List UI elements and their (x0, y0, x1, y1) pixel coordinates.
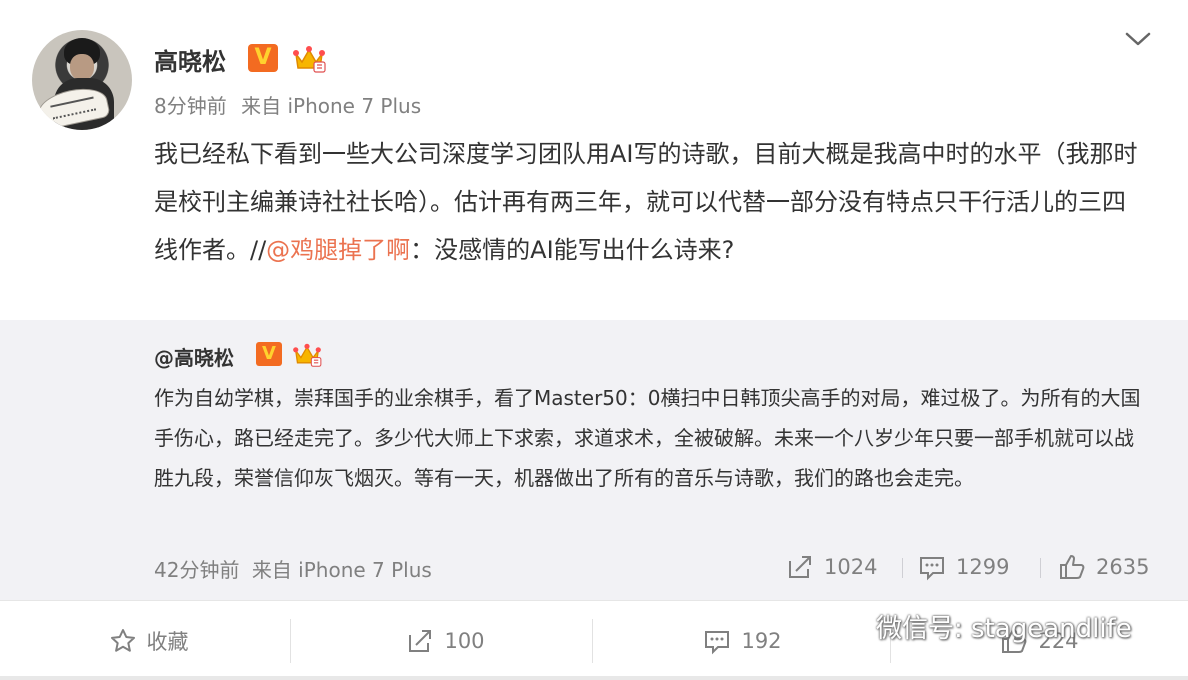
vip-crown-icon (293, 46, 326, 73)
forward-icon (789, 556, 811, 578)
user-avatar[interactable] (32, 30, 132, 130)
repost-like-count[interactable]: 2635 (1058, 552, 1149, 582)
wechat-watermark: 微信号: stageandlife (822, 604, 1132, 648)
stat-divider (902, 558, 903, 578)
favorite-label: 收藏 (146, 630, 189, 654)
post-text-after: ：没感情的AI能写出什么诗来? (410, 236, 735, 264)
star-icon (110, 629, 135, 652)
post-username[interactable]: 高晓松 (154, 42, 226, 77)
chevron-down-icon[interactable] (1124, 28, 1152, 50)
watermark-text: 微信号: stageandlife (876, 613, 1132, 644)
comment-icon (920, 557, 944, 581)
repost-comment-count[interactable]: 1299 (918, 552, 1009, 582)
post-content: 我已经私下看到一些大公司深度学习团队用AI写的诗歌，目前大概是我高中时的水平（我… (154, 130, 1144, 274)
repost-meta: 42分钟前 来自 iPhone 7 Plus (154, 554, 432, 583)
repost-text: 作为自幼学棋，崇拜国手的业余棋手，看了Master50：0横扫中日韩顶尖高手的对… (154, 386, 1141, 490)
avatar-face (70, 54, 94, 80)
reposted-card[interactable]: @高晓松 V 作为自幼学棋，崇拜国手的业余棋手，看了Master50：0横扫中日… (0, 320, 1188, 600)
comment-count-label: 1299 (956, 555, 1010, 579)
forward-icon (409, 630, 432, 652)
repost-source[interactable]: 来自 iPhone 7 Plus (252, 558, 432, 582)
verified-v-icon: V (248, 44, 278, 72)
repost-username[interactable]: @高晓松 (154, 342, 234, 371)
forward-button[interactable]: 100 (297, 601, 594, 680)
forward-button-count: 100 (444, 629, 485, 653)
comment-button-count: 192 (741, 629, 782, 653)
bottom-divider (0, 676, 1188, 680)
repost-vip-crown-icon (293, 343, 322, 367)
post-time[interactable]: 8分钟前 (154, 94, 227, 118)
forward-count-label: 1024 (824, 555, 878, 579)
stat-divider (1040, 558, 1041, 578)
action-divider (290, 619, 291, 663)
comment-icon (705, 631, 730, 655)
wechat-logo-icon (823, 610, 865, 641)
repost-time[interactable]: 42分钟前 (154, 558, 239, 582)
repost-forward-count[interactable]: 1024 (786, 552, 877, 582)
like-count-label: 2635 (1096, 555, 1150, 579)
mention-link[interactable]: @鸡腿掉了啊 (266, 236, 410, 264)
repost-verified-v-icon: V (256, 342, 282, 366)
favorite-button[interactable]: 收藏 (0, 601, 297, 680)
thumbs-up-icon (1060, 555, 1085, 579)
action-divider (592, 619, 593, 663)
post-source[interactable]: 来自 iPhone 7 Plus (241, 94, 421, 118)
post-meta: 8分钟前 来自 iPhone 7 Plus (154, 90, 421, 119)
